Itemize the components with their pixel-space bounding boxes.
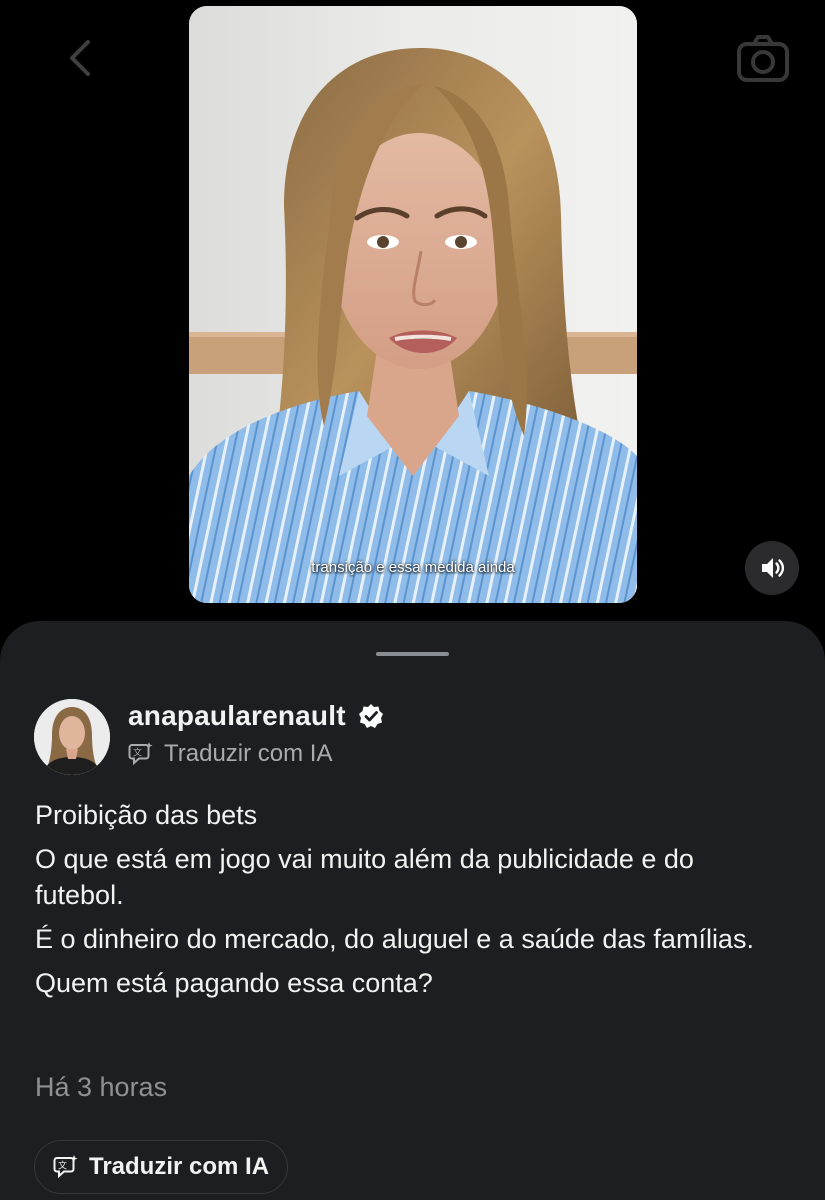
post-paragraph: Quem está pagando essa conta? — [35, 968, 433, 998]
translate-button-label: Traduzir com IA — [89, 1153, 270, 1180]
back-chevron-icon[interactable] — [60, 36, 104, 80]
video-player[interactable]: transição e essa medida ainda — [189, 6, 637, 603]
username-row[interactable]: anapaularenault — [128, 699, 384, 733]
translate-link[interactable]: 文 Traduzir com IA — [128, 739, 332, 769]
ai-translate-icon: 文 — [128, 742, 153, 766]
speaker-icon — [762, 558, 785, 578]
post-paragraph: É o dinheiro do mercado, do aluguel e a … — [35, 924, 754, 954]
ai-translate-icon: 文 — [53, 1155, 78, 1179]
camera-icon[interactable] — [736, 34, 790, 84]
avatar-image — [34, 699, 110, 775]
post-paragraph: Proibição das bets — [35, 800, 258, 830]
post-paragraph: O que está em jogo vai muito além da pub… — [35, 844, 694, 910]
screen: transição e essa medida ainda anapaulare… — [0, 0, 825, 1200]
verified-badge-icon — [358, 704, 383, 728]
avatar[interactable] — [34, 699, 110, 775]
svg-text:文: 文 — [58, 1160, 67, 1172]
video-frame-woman-speaking — [189, 6, 637, 603]
translate-link-label: Traduzir com IA — [164, 740, 333, 767]
post-caption: Proibição das bets O que está em jogo va… — [35, 797, 785, 1009]
username[interactable]: anapaularenault — [128, 700, 346, 732]
post-details-sheet: anapaularenault 文 Traduzir com IA Proibi… — [0, 621, 825, 1200]
post-timestamp: Há 3 horas — [35, 1072, 168, 1102]
translate-button[interactable]: 文 Traduzir com IA — [34, 1140, 289, 1194]
sheet-drag-handle[interactable] — [376, 652, 449, 656]
video-caption: transição e essa medida ainda — [311, 559, 515, 576]
mute-button[interactable] — [745, 541, 799, 595]
svg-text:文: 文 — [133, 747, 142, 759]
